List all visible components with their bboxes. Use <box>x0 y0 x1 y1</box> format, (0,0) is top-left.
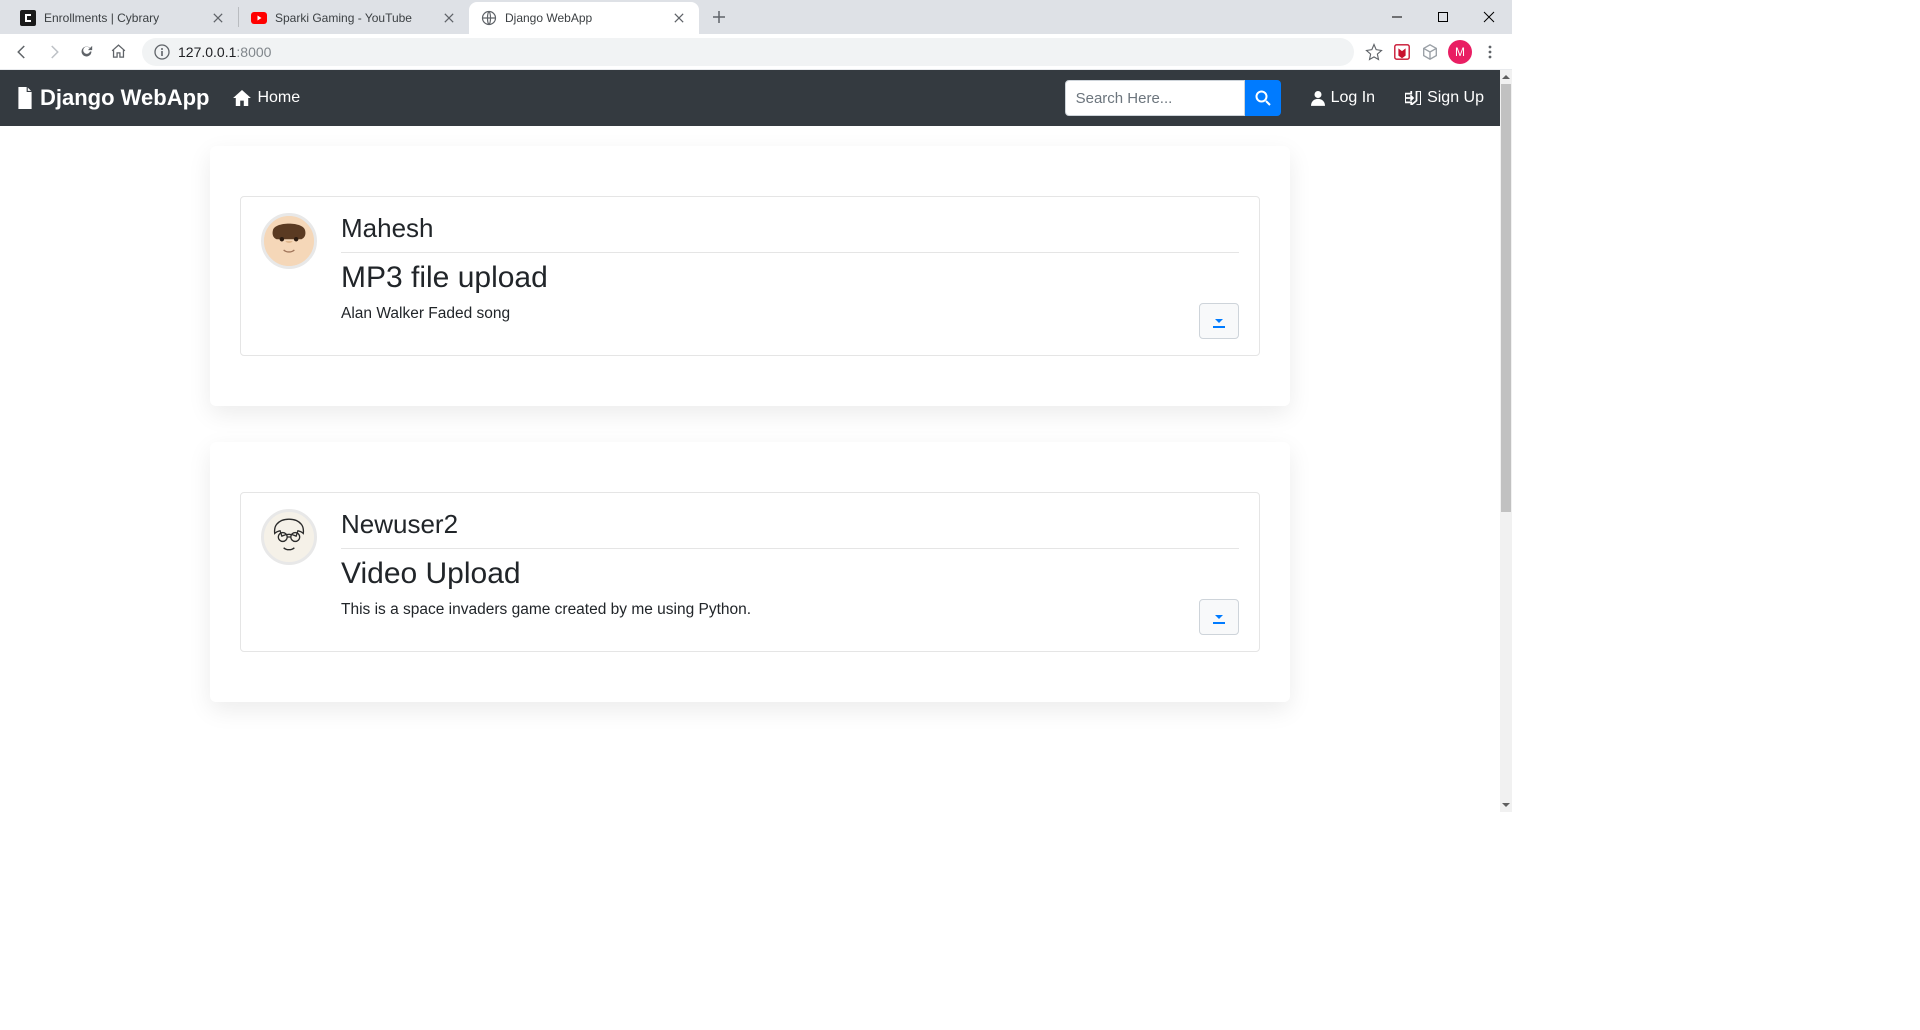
signin-icon <box>1405 91 1421 105</box>
site-info-icon[interactable] <box>154 44 170 60</box>
back-button[interactable] <box>8 38 36 66</box>
login-label: Log In <box>1331 89 1375 107</box>
minimize-button[interactable] <box>1374 0 1420 34</box>
tab-title: Enrollments | Cybrary <box>44 11 202 25</box>
nav-home-label: Home <box>257 89 300 107</box>
search-form <box>1065 80 1281 116</box>
post-author: Newuser2 <box>341 509 1239 549</box>
browser-tab[interactable]: Enrollments | Cybrary <box>8 2 238 34</box>
browser-tab-strip: Enrollments | Cybrary Sparki Gaming - Yo… <box>0 0 1512 34</box>
post-title: MP3 file upload <box>341 261 1239 295</box>
close-icon[interactable] <box>441 10 457 26</box>
post-card: Mahesh MP3 file upload Alan Walker Faded… <box>210 146 1290 406</box>
reload-button[interactable] <box>72 38 100 66</box>
extension-box-icon[interactable] <box>1420 42 1440 62</box>
search-button[interactable] <box>1245 80 1281 116</box>
search-icon <box>1255 90 1271 106</box>
new-tab-button[interactable] <box>705 3 733 31</box>
close-window-button[interactable] <box>1466 0 1512 34</box>
close-icon[interactable] <box>210 10 226 26</box>
home-icon <box>233 90 251 106</box>
signup-link[interactable]: Sign Up <box>1405 89 1484 107</box>
brand-text: Django WebApp <box>40 85 209 111</box>
download-icon <box>1211 609 1227 625</box>
avatar <box>261 213 317 269</box>
window-controls <box>1374 0 1512 34</box>
avatar <box>261 509 317 565</box>
download-button[interactable] <box>1199 303 1239 339</box>
tab-title: Django WebApp <box>505 11 663 25</box>
forward-button[interactable] <box>40 38 68 66</box>
post-title: Video Upload <box>341 557 1239 591</box>
browser-tab-active[interactable]: Django WebApp <box>469 2 699 34</box>
home-button[interactable] <box>104 38 132 66</box>
url-text: 127.0.0.1:8000 <box>178 44 271 60</box>
address-bar: 127.0.0.1:8000 M <box>0 34 1512 70</box>
chrome-menu-icon[interactable] <box>1480 42 1500 62</box>
file-icon <box>16 87 34 109</box>
cybrary-favicon-icon <box>20 10 36 26</box>
site-navbar: Django WebApp Home Log In <box>0 70 1500 126</box>
maximize-button[interactable] <box>1420 0 1466 34</box>
post-card: Newuser2 Video Upload This is a space in… <box>210 442 1290 702</box>
login-link[interactable]: Log In <box>1311 89 1375 107</box>
scroll-down-button[interactable] <box>1500 798 1512 812</box>
scroll-up-button[interactable] <box>1500 70 1512 84</box>
globe-favicon-icon <box>481 10 497 26</box>
url-bar[interactable]: 127.0.0.1:8000 <box>142 38 1354 66</box>
search-input[interactable] <box>1065 80 1245 116</box>
feed: Mahesh MP3 file upload Alan Walker Faded… <box>0 126 1500 748</box>
download-button[interactable] <box>1199 599 1239 635</box>
tab-title: Sparki Gaming - YouTube <box>275 11 433 25</box>
scroll-track[interactable] <box>1500 84 1512 798</box>
download-icon <box>1211 313 1227 329</box>
user-icon <box>1311 90 1325 106</box>
browser-tab[interactable]: Sparki Gaming - YouTube <box>239 2 469 34</box>
vertical-scrollbar[interactable] <box>1500 70 1512 812</box>
scroll-thumb[interactable] <box>1501 84 1511 512</box>
page-viewport: Django WebApp Home Log In <box>0 70 1512 812</box>
signup-label: Sign Up <box>1427 89 1484 107</box>
profile-avatar[interactable]: M <box>1448 40 1472 64</box>
youtube-favicon-icon <box>251 10 267 26</box>
close-icon[interactable] <box>671 10 687 26</box>
post-author: Mahesh <box>341 213 1239 253</box>
brand-logo[interactable]: Django WebApp <box>16 85 209 111</box>
nav-home-link[interactable]: Home <box>233 89 300 107</box>
bookmark-star-icon[interactable] <box>1364 42 1384 62</box>
mcafee-extension-icon[interactable] <box>1392 42 1412 62</box>
